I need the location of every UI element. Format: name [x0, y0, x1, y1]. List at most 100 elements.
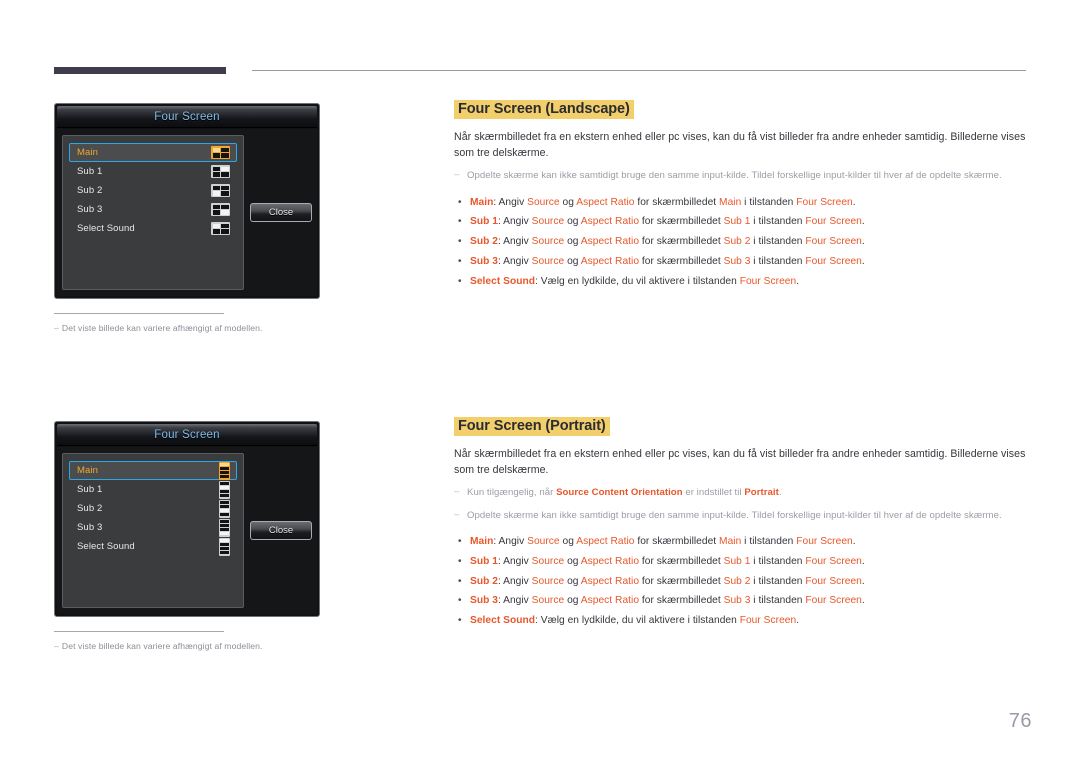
bullet-t4: i tilstanden [750, 595, 806, 607]
list-item: Sub 3: Angiv Source og Aspect Ratio for … [454, 591, 1028, 611]
bullet-k3: Sub 3 [723, 255, 751, 267]
bullet-t3: for skærmbilledet [639, 236, 724, 248]
osd-item-sub-2[interactable]: Sub 2 [69, 181, 237, 200]
list-item: Sub 1: Angiv Source og Aspect Ratio for … [454, 552, 1028, 572]
bullet-t5: . [861, 236, 865, 248]
section-note: Opdelte skærme kan ikke samtidigt bruge … [454, 508, 1028, 524]
bullet-term: Sub 2 [470, 236, 498, 248]
bullet-k4: Four Screen [805, 236, 862, 248]
bullet-t5: . [861, 595, 865, 607]
osd-inner-landscape: Four Screen Main Sub 1 Sub 2 Sub 3 Selec… [57, 106, 317, 296]
section-note: Opdelte skærme kan ikke samtidigt bruge … [454, 168, 1028, 184]
bullet-t1: : Vælg en lydkilde, du vil aktivere i ti… [535, 615, 740, 627]
osd-item-select-sound[interactable]: Select Sound [69, 219, 237, 238]
osd-item-label: Main [77, 465, 98, 476]
bullet-term: Main [470, 196, 494, 208]
list-item: Select Sound: Vælg en lydkilde, du vil a… [454, 611, 1028, 631]
manual-page: Four Screen Main Sub 1 Sub 2 Sub 3 Selec… [0, 0, 1080, 763]
bullet-t3: for skærmbilledet [639, 255, 724, 267]
osd-titlebar-landscape: Four Screen [57, 106, 317, 128]
bullet-t1: : Angiv [493, 196, 528, 208]
bullet-term: Sub 2 [470, 575, 498, 587]
osd-body-landscape: Main Sub 1 Sub 2 Sub 3 Select Sound Clos… [57, 129, 317, 296]
bullet-k1: Source [531, 255, 565, 267]
bullet-t4: i tilstanden [750, 255, 806, 267]
quad-icon-top-left-active [211, 222, 230, 235]
bullet-t5: . [861, 555, 865, 567]
osd-item-main[interactable]: Main [69, 461, 237, 480]
bullet-t5: . [796, 275, 800, 287]
bullet-t3: for skærmbilledet [634, 536, 720, 547]
quad-icon-bottom-left-active [211, 184, 230, 197]
osd-item-sub-3[interactable]: Sub 3 [69, 518, 237, 537]
section-heading: Four Screen (Landscape) [454, 100, 634, 119]
osd-item-main[interactable]: Main [69, 143, 237, 162]
bullet-k4: Four Screen [739, 275, 797, 287]
close-button[interactable]: Close [250, 521, 312, 540]
bullet-t1: : Angiv [493, 536, 528, 547]
bullet-t1: : Angiv [497, 555, 532, 567]
stack-icon-row4-active [219, 518, 230, 537]
note-text-b: er indstillet til [682, 487, 745, 498]
bullet-k4: Four Screen [796, 196, 853, 208]
osd-item-sub-3[interactable]: Sub 3 [69, 200, 237, 219]
note-text: Opdelte skærme kan ikke samtidigt bruge … [467, 170, 1002, 181]
bullet-k2: Aspect Ratio [576, 536, 635, 547]
osd-item-label: Sub 2 [77, 503, 103, 514]
note-text-a: Kun tilgængelig, når [467, 487, 557, 498]
section-heading: Four Screen (Portrait) [454, 417, 610, 436]
caption-dash: – [54, 323, 59, 333]
note-keyword-portrait: Portrait [744, 487, 779, 498]
bullet-t3: for skærmbilledet [634, 196, 720, 208]
bullet-t1: : Angiv [497, 236, 532, 248]
bullet-k2: Aspect Ratio [580, 555, 640, 567]
note-text-c: . [778, 487, 782, 498]
bullet-t2: og [564, 216, 581, 228]
section-bullet-list: Main: Angiv Source og Aspect Ratio for s… [454, 193, 1028, 292]
bullet-t4: i tilstanden [741, 196, 797, 208]
bullet-k4: Four Screen [796, 536, 853, 547]
bullet-k1: Source [527, 536, 560, 547]
osd-item-sub-2[interactable]: Sub 2 [69, 499, 237, 518]
bullet-t2: og [559, 196, 577, 208]
caption-dash: – [54, 641, 59, 651]
stack-icon-row1-active [219, 461, 230, 480]
osd-item-select-sound[interactable]: Select Sound [69, 537, 237, 556]
quad-icon-top-left-active [211, 146, 230, 159]
osd-action-panel-landscape: Close [250, 135, 312, 290]
list-item: Select Sound: Vælg en lydkilde, du vil a… [454, 272, 1028, 292]
osd-body-portrait: Main Sub 1 Sub 2 Sub 3 Select Sound Clos… [57, 447, 317, 614]
bullet-k2: Aspect Ratio [580, 575, 640, 587]
bullet-k3: Sub 1 [723, 216, 751, 228]
figure-caption-rule [54, 631, 224, 632]
close-button[interactable]: Close [250, 203, 312, 222]
bullet-k3: Main [719, 196, 742, 208]
note-keyword-orientation: Source Content Orientation [556, 487, 683, 498]
bullet-t4: i tilstanden [750, 216, 806, 228]
bullet-k4: Four Screen [805, 595, 862, 607]
bullet-t5: . [861, 255, 865, 267]
bullet-t5: . [852, 196, 856, 208]
bullet-k1: Source [531, 216, 565, 228]
bullet-t2: og [564, 575, 581, 587]
bullet-k4: Four Screen [739, 615, 797, 627]
list-item: Sub 2: Angiv Source og Aspect Ratio for … [454, 572, 1028, 592]
header-rule-thick [54, 67, 226, 74]
osd-item-sub-1[interactable]: Sub 1 [69, 162, 237, 181]
osd-inner-portrait: Four Screen Main Sub 1 Sub 2 Sub 3 Selec… [57, 424, 317, 614]
osd-item-label: Sub 1 [77, 166, 103, 177]
osd-titlebar-portrait: Four Screen [57, 424, 317, 446]
bullet-t3: for skærmbilledet [639, 595, 724, 607]
bullet-k2: Aspect Ratio [576, 196, 635, 208]
osd-item-label: Sub 3 [77, 204, 103, 215]
bullet-k4: Four Screen [805, 575, 862, 587]
section-four-screen-portrait: Four Screen (Portrait) Når skærmbilledet… [454, 417, 1028, 631]
osd-item-sub-1[interactable]: Sub 1 [69, 480, 237, 499]
bullet-t5: . [796, 615, 800, 627]
bullet-term: Sub 1 [470, 216, 498, 228]
list-item: Sub 2: Angiv Source og Aspect Ratio for … [454, 232, 1028, 252]
bullet-term: Sub 1 [470, 555, 498, 567]
section-lead-paragraph: Når skærmbilledet fra en ekstern enhed e… [454, 448, 1026, 476]
bullet-k4: Four Screen [805, 255, 862, 267]
osd-dialog-portrait: Four Screen Main Sub 1 Sub 2 Sub 3 Selec… [54, 421, 320, 617]
